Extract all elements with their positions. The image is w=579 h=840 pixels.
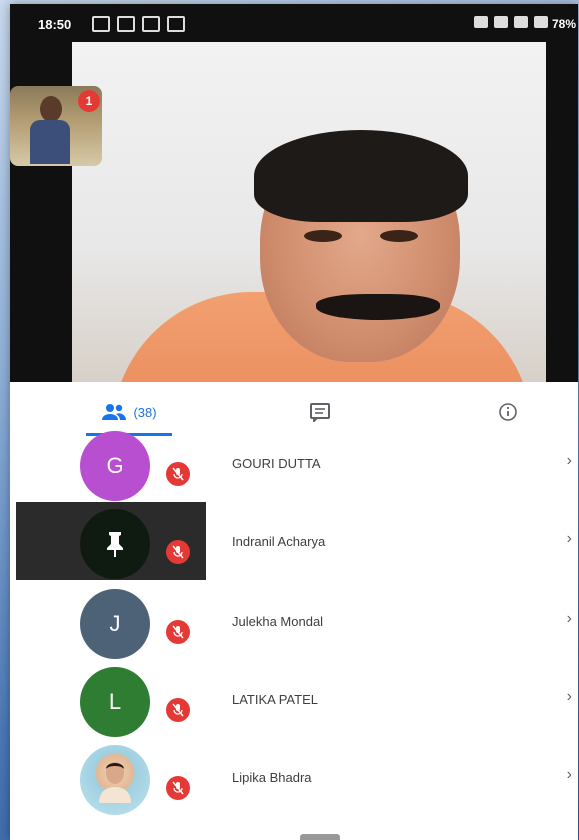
participant-name: Julekha Mondal <box>232 614 324 629</box>
mic-off-icon <box>166 620 190 644</box>
participant-count: (38) <box>133 404 157 420</box>
avatar <box>80 509 150 579</box>
participant-row[interactable]: Indranil Acharya › <box>10 506 578 582</box>
participant-row[interactable]: G GOURI DUTTA › <box>10 428 578 504</box>
chevron-right-icon[interactable]: › <box>567 452 572 470</box>
battery-icon <box>534 16 548 28</box>
status-time: 18:50 <box>38 17 72 32</box>
main-speaker-video[interactable] <box>72 42 546 382</box>
participant-name: Indranil Acharya <box>232 534 326 549</box>
mic-off-icon <box>166 540 190 564</box>
avatar: J <box>80 589 150 659</box>
notification-badge: 1 <box>78 90 100 112</box>
notification-icons <box>92 16 185 32</box>
participant-row[interactable]: L LATIKA PATEL › <box>10 664 578 740</box>
wifi-icon <box>494 16 508 28</box>
avatar: G <box>80 431 150 501</box>
meeting-screen: 18:50 78% 1 (38) G GOURI DUTTA › Indrani… <box>10 4 578 840</box>
system-icons <box>474 16 548 28</box>
avatar: L <box>80 667 150 737</box>
people-icon <box>102 404 127 420</box>
participant-name: GOURI DUTTA <box>232 456 321 471</box>
participant-row[interactable]: J Julekha Mondal › <box>10 586 578 662</box>
participant-list: G GOURI DUTTA › Indranil Acharya › J Jul… <box>10 431 578 840</box>
signal-icon <box>514 16 528 28</box>
home-indicator[interactable] <box>300 834 340 840</box>
pin-icon <box>107 532 123 557</box>
status-bar: 18:50 78% <box>10 4 578 44</box>
chat-icon <box>310 403 330 422</box>
chevron-right-icon[interactable]: › <box>567 610 572 628</box>
message-icon <box>92 16 110 32</box>
chevron-right-icon[interactable]: › <box>567 688 572 706</box>
participant-name: Lipika Bhadra <box>232 770 312 785</box>
mic-off-icon <box>166 462 190 486</box>
avatar-photo <box>80 745 150 815</box>
alarm-icon <box>474 16 488 28</box>
chevron-right-icon[interactable]: › <box>567 766 572 784</box>
participant-name: LATIKA PATEL <box>232 692 318 707</box>
mic-off-icon <box>166 776 190 800</box>
info-icon <box>499 403 517 421</box>
gallery-icon <box>142 16 160 32</box>
video-area: 18:50 78% 1 <box>10 4 578 382</box>
battery-level: 78% <box>551 17 576 31</box>
participant-row[interactable]: Lipika Bhadra › <box>10 742 578 818</box>
mic-off-icon <box>166 698 190 722</box>
mail-icon <box>117 16 135 32</box>
chevron-right-icon[interactable]: › <box>567 530 572 548</box>
photo-icon <box>167 16 185 32</box>
